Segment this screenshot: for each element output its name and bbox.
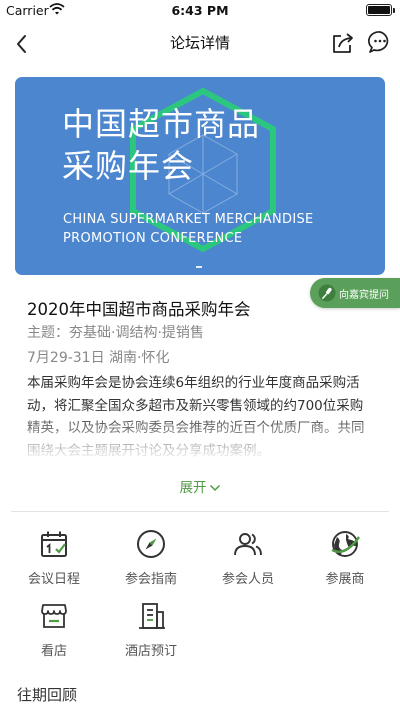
battery-icon [366,4,395,16]
ask-guest-label: 向嘉宾提问 [339,289,389,301]
expand-label: 展开 [179,480,207,496]
banner-title-line: 采购年会 [62,147,195,185]
section-divider [11,511,389,512]
description-fade [27,412,373,462]
chat-bubble-icon[interactable] [367,29,393,55]
menu-item-label: 会议日程 [27,572,80,587]
menu-item-attendees[interactable]: 参会人员 [202,528,294,598]
carousel-indicator [196,266,202,268]
ask-guest-button[interactable]: 向嘉宾提问 [310,278,400,308]
forum-description-container: 本届采购年会是协会连续6年组织的行业年度商品采购活动，将汇聚全国众多超市及新兴零… [27,372,373,462]
menu-item-hotel[interactable]: 酒店预订 [105,600,197,670]
microphone-icon [318,284,336,302]
forum-title: 2020年中国超市商品采购年会 [27,300,251,319]
compass-icon [137,530,165,558]
globe-icon [331,531,360,557]
banner-title-line: 中国超市商品 [62,105,261,143]
people-icon [234,533,262,556]
nav-bar: 论坛详情 [0,22,400,66]
share-icon[interactable] [330,30,356,56]
menu-item-label: 酒店预订 [124,644,177,659]
calendar-icon [41,531,67,557]
menu-item-label: 参展商 [325,572,365,587]
shop-icon [41,604,67,628]
banner-title: 中国超市商品 采购年会 [62,103,362,187]
menu-item-label: 参会指南 [124,572,177,587]
menu-item-guide[interactable]: 参会指南 [105,528,197,598]
menu-item-label: 看店 [40,644,67,659]
forum-theme: 主题：夯基础·调结构·提销售 [27,325,204,341]
menu-item-shop[interactable]: 看店 [8,600,100,670]
expand-button[interactable]: 展开 [0,476,400,496]
status-time: 6:43 PM [171,3,229,18]
banner-subtitle: CHINA SUPERMARKET MERCHANDISE PROMOTION … [63,210,383,248]
banner-subtitle-line: PROMOTION CONFERENCE [63,231,243,246]
hotel-icon [139,603,165,629]
banner-subtitle-line: CHINA SUPERMARKET MERCHANDISE [63,212,314,227]
forum-date-location: 7月29-31日 湖南·怀化 [27,350,170,366]
menu-item-label: 参会人员 [221,572,274,587]
menu-item-exhibitors[interactable]: 参展商 [299,528,391,598]
event-banner[interactable]: 中国超市商品 采购年会 CHINA SUPERMARKET MERCHANDIS… [15,77,385,275]
back-arrow-icon[interactable] [10,30,38,58]
past-review-heading: 往期回顾 [17,686,78,704]
chevron-down-icon [209,484,220,492]
status-bar: Carrier 6:43 PM [0,0,400,22]
menu-item-schedule[interactable]: 会议日程 [8,528,100,598]
